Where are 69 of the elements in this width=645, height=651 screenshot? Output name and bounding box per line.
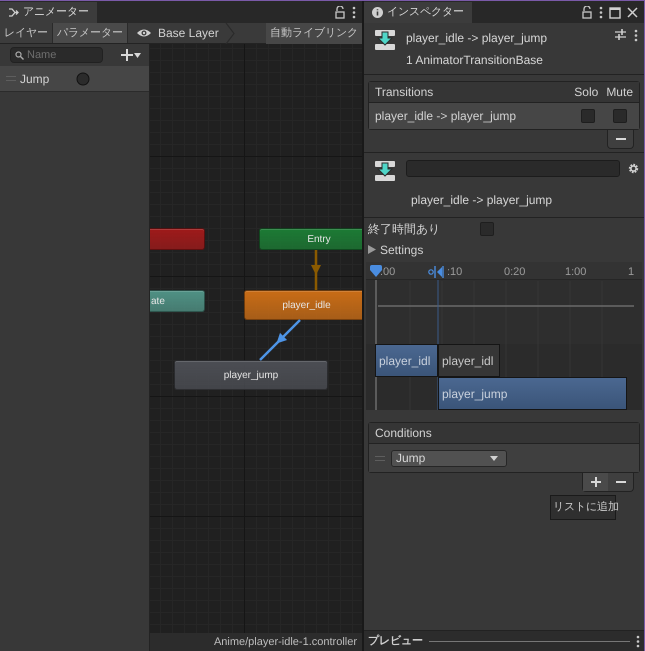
lock-icon[interactable]: [581, 6, 593, 19]
transition-icon: [374, 29, 396, 51]
ruler-label: 1:00: [565, 265, 586, 280]
inspector-subtitle: 1 AnimatorTransitionBase: [406, 52, 544, 69]
breadcrumb[interactable]: Base Layer: [158, 24, 219, 42]
close-icon[interactable]: [627, 7, 638, 18]
exit-time-checkbox[interactable]: [480, 222, 494, 236]
solo-checkbox[interactable]: [581, 109, 595, 123]
drag-handle-icon: [375, 456, 385, 460]
more-icon[interactable]: [599, 6, 603, 19]
tooltip: リストに追加: [550, 495, 616, 520]
eye-icon[interactable]: [136, 28, 152, 38]
lock-icon[interactable]: [334, 6, 346, 19]
live-link-button[interactable]: 自動ライブリンク: [266, 22, 362, 44]
caret-icon: [490, 456, 498, 460]
parameter-row[interactable]: Jump: [0, 66, 149, 92]
state-node[interactable]: [150, 228, 205, 250]
search-icon: [15, 50, 24, 60]
transition-arrow[interactable]: [311, 250, 321, 290]
animation-clip[interactable]: player_idl: [375, 344, 438, 377]
plus-icon: [590, 477, 600, 487]
trigger-toggle[interactable]: [76, 72, 90, 86]
more-icon[interactable]: [352, 6, 356, 19]
minus-icon: [616, 138, 626, 140]
caret-icon: [134, 52, 141, 58]
add-button[interactable]: [583, 473, 608, 491]
ruler-label: :00: [380, 265, 396, 280]
settings-foldout[interactable]: Settings: [380, 240, 424, 258]
search-box[interactable]: Name: [10, 47, 103, 63]
animation-clip[interactable]: player_jump: [438, 377, 627, 410]
transition-icon: [374, 160, 396, 182]
state-node[interactable]: Entry: [259, 228, 362, 250]
ruler-label: 0:20: [504, 265, 526, 280]
search-field[interactable]: Name: [27, 46, 97, 64]
more-icon[interactable]: [634, 29, 638, 42]
parameter-name: Jump: [20, 70, 50, 88]
exit-time-label: 終了時間あり: [368, 220, 440, 238]
more-icon[interactable]: [636, 634, 640, 648]
preview-header[interactable]: プレビュー: [368, 632, 423, 650]
column-header: Mute: [606, 84, 633, 101]
sliders-icon[interactable]: [615, 29, 626, 40]
add-parameter-button[interactable]: [121, 49, 141, 61]
settings-icon[interactable]: [628, 163, 639, 174]
info-icon: [372, 7, 383, 18]
list-header: Transitions: [375, 84, 434, 101]
ruler-label: 1: [628, 265, 634, 280]
transition-start-marker-icon[interactable]: [428, 266, 444, 278]
list-header: Conditions: [375, 425, 432, 442]
mute-checkbox[interactable]: [613, 109, 627, 123]
state-node[interactable]: ate: [150, 290, 205, 312]
mode-tab[interactable]: パラメーター: [53, 23, 128, 43]
animator-icon: [8, 7, 19, 18]
inspector-title: player_idle -> player_jump: [406, 30, 548, 47]
playhead-marker-icon[interactable]: [369, 265, 383, 278]
transition-arrow[interactable]: [259, 319, 301, 361]
plus-icon: [121, 49, 133, 61]
minus-icon: [616, 481, 626, 483]
drag-handle-icon: [6, 76, 16, 81]
column-header: Solo: [574, 84, 598, 101]
parameter-dropdown[interactable]: Jump: [391, 450, 507, 466]
file-path-status: Anime/player-idle-1.controller: [150, 633, 362, 651]
name-field[interactable]: [406, 160, 620, 177]
ruler-label: :10: [447, 265, 462, 280]
foldout-arrow-icon[interactable]: [368, 245, 376, 254]
maximize-icon[interactable]: [609, 6, 621, 18]
transition-name: player_idle -> player_jump: [411, 192, 554, 209]
state-node[interactable]: player_jump: [174, 360, 328, 390]
state-node[interactable]: player_idle: [244, 290, 362, 320]
animation-clip[interactable]: player_idl: [438, 344, 500, 377]
